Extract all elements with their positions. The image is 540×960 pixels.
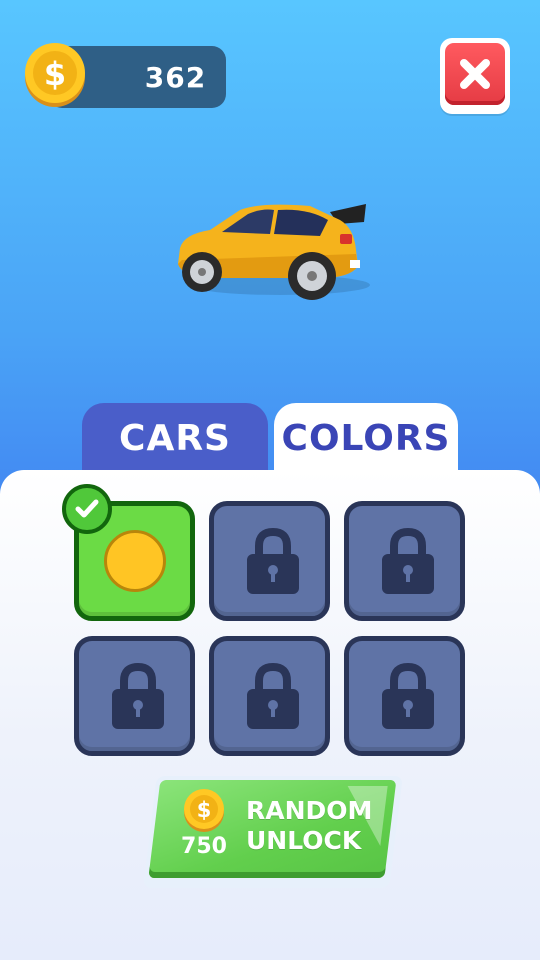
coin-count: 362 xyxy=(144,60,207,94)
color-slot-locked[interactable] xyxy=(344,636,465,756)
unlock-label-line1: RANDOM xyxy=(246,796,373,825)
unlock-label-line2: UNLOCK xyxy=(246,826,362,855)
color-slot-locked[interactable] xyxy=(344,501,465,621)
car-preview-image xyxy=(178,204,370,300)
color-slot-locked[interactable] xyxy=(74,636,195,756)
close-button[interactable] xyxy=(440,38,510,114)
lock-icon xyxy=(112,663,164,729)
lock-icon xyxy=(247,663,299,729)
unlock-label: RANDOM UNLOCK xyxy=(246,796,373,856)
checkmark-icon xyxy=(62,484,112,534)
lock-icon xyxy=(382,663,434,729)
color-swatch xyxy=(104,530,166,592)
lock-icon xyxy=(382,528,434,594)
svg-text:$: $ xyxy=(44,55,66,93)
tab-colors[interactable]: COLORS xyxy=(274,403,458,473)
unlock-price: 750 xyxy=(181,834,227,859)
close-x-icon xyxy=(445,43,505,105)
color-slot-locked[interactable] xyxy=(209,501,330,621)
tab-cars[interactable]: CARS xyxy=(82,403,268,473)
dollar-coin-icon: $ xyxy=(184,789,224,832)
svg-text:$: $ xyxy=(197,798,212,822)
dollar-coin-icon: $ xyxy=(25,43,85,107)
lock-icon xyxy=(247,528,299,594)
color-slot-locked[interactable] xyxy=(209,636,330,756)
